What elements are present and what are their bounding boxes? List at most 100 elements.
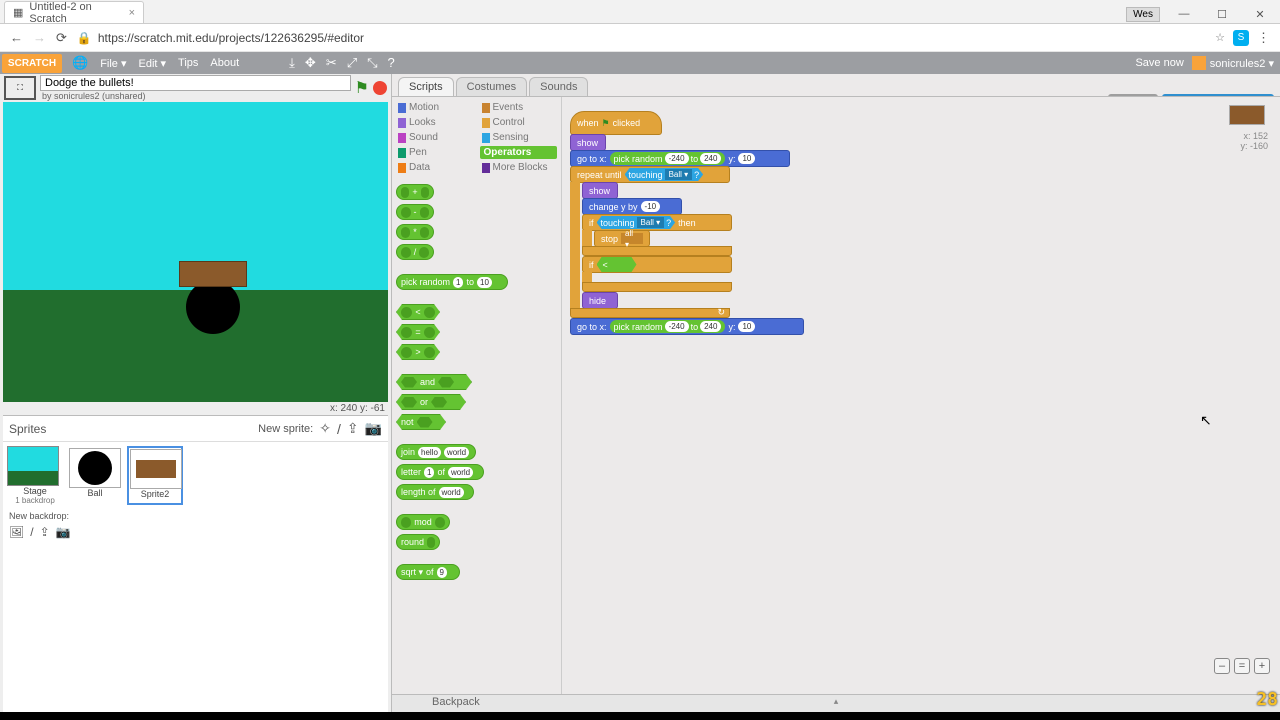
fullscreen-icon[interactable]: ⛶ xyxy=(4,76,36,100)
op-mod[interactable]: mod xyxy=(396,514,450,530)
chrome-profile[interactable]: Wes xyxy=(1126,7,1160,22)
address-bar[interactable]: 🔒 https://scratch.mit.edu/projects/12263… xyxy=(77,31,1205,45)
stage-sprite2[interactable] xyxy=(179,261,247,287)
script-area[interactable]: x: 152y: -160 when⚑clicked show go to x:… xyxy=(562,97,1280,694)
grow-icon[interactable]: ⤢ xyxy=(347,55,357,71)
zoom-out-icon[interactable]: – xyxy=(1214,658,1230,674)
cat-events[interactable]: Events xyxy=(480,101,558,114)
paint-sprite-icon[interactable]: / xyxy=(337,421,341,437)
blk-repeat-until[interactable]: repeat until touchingBall ▾? xyxy=(570,166,730,183)
op-not[interactable]: not xyxy=(396,414,446,430)
blk-show[interactable]: show xyxy=(570,134,606,151)
close-icon[interactable]: ✕ xyxy=(1246,5,1274,23)
cat-sound[interactable]: Sound xyxy=(396,131,474,144)
tab-scripts[interactable]: Scripts xyxy=(398,77,454,96)
blk-goto-random2[interactable]: go to x: pick random-240to240 y:10 xyxy=(570,318,804,335)
backpack-panel[interactable]: Backpack ▴ xyxy=(392,694,1280,712)
cat-sensing[interactable]: Sensing xyxy=(480,131,558,144)
cat-pen[interactable]: Pen xyxy=(396,146,474,159)
menu-about[interactable]: About xyxy=(210,57,239,70)
browser-tab[interactable]: ▦ Untitled-2 on Scratch × xyxy=(4,1,144,23)
green-flag-icon[interactable]: ⚑ xyxy=(355,78,369,98)
op-join[interactable]: joinhelloworld xyxy=(396,444,476,460)
sprite-item-sprite2[interactable]: Sprite2 xyxy=(127,446,183,505)
stop-button[interactable] xyxy=(373,81,387,95)
paint-backdrop-icon[interactable]: / xyxy=(30,525,33,539)
close-tab-icon[interactable]: × xyxy=(129,7,135,19)
blk-show2[interactable]: show xyxy=(582,182,618,199)
tab-sounds[interactable]: Sounds xyxy=(529,77,588,96)
op-div[interactable]: / xyxy=(396,244,434,260)
skype-icon[interactable]: S xyxy=(1233,30,1249,46)
op-or[interactable]: or xyxy=(396,394,466,410)
blk-if-touching[interactable]: if touchingBall ▾? then xyxy=(582,214,732,231)
zoom-in-icon[interactable]: + xyxy=(1254,658,1270,674)
blk-if-empty[interactable]: if < then xyxy=(582,256,732,273)
stage-thumb-label: Stage xyxy=(7,486,63,496)
c-end[interactable] xyxy=(582,246,732,256)
op-length[interactable]: length ofworld xyxy=(396,484,474,500)
stage-thumbnail[interactable]: Stage 1 backdrop xyxy=(7,446,63,505)
minimize-icon[interactable]: — xyxy=(1170,5,1198,23)
op-eq[interactable]: = xyxy=(396,324,440,340)
upload-backdrop-icon[interactable]: ⇪ xyxy=(40,525,50,539)
menu-icon[interactable]: ⋮ xyxy=(1257,30,1270,46)
choose-sprite-icon[interactable]: ✧ xyxy=(319,420,331,437)
blk-goto-random[interactable]: go to x: pick random-240to240 y:10 xyxy=(570,150,790,167)
camera-backdrop-icon[interactable]: 📷 xyxy=(56,525,71,539)
stage[interactable] xyxy=(3,102,388,402)
shrink-icon[interactable]: ⤡ xyxy=(367,55,377,71)
mouse-xy: x: 152y: -160 xyxy=(1240,131,1268,151)
reload-icon[interactable]: ⟳ xyxy=(56,30,67,46)
forward-icon[interactable]: → xyxy=(33,30,46,45)
cat-motion[interactable]: Motion xyxy=(396,101,474,114)
stage-ball-sprite[interactable] xyxy=(186,280,240,334)
user-menu[interactable]: sonicrules2 ▾ xyxy=(1192,56,1274,70)
hat-when-flag-clicked[interactable]: when⚑clicked xyxy=(570,111,662,135)
blk-stop[interactable]: stopall ▾ xyxy=(594,230,650,247)
menu-file[interactable]: File ▾ xyxy=(100,57,126,70)
op-mul[interactable]: * xyxy=(396,224,434,240)
blk-hide[interactable]: hide xyxy=(582,292,618,309)
username: sonicrules2 ▾ xyxy=(1210,57,1274,70)
save-now-link[interactable]: Save now xyxy=(1135,57,1183,69)
cat-looks[interactable]: Looks xyxy=(396,116,474,129)
scratch-logo[interactable]: SCRATCH xyxy=(2,54,62,73)
maximize-icon[interactable]: ☐ xyxy=(1208,5,1236,23)
lock-icon: 🔒 xyxy=(77,31,92,45)
op-gt[interactable]: > xyxy=(396,344,440,360)
op-round[interactable]: round xyxy=(396,534,440,550)
camera-sprite-icon[interactable]: 📷 xyxy=(365,420,382,437)
cat-control[interactable]: Control xyxy=(480,116,558,129)
cat-data[interactable]: Data xyxy=(396,161,474,174)
help-icon[interactable]: ? xyxy=(388,55,395,71)
bookmark-icon[interactable]: ☆ xyxy=(1215,31,1225,44)
upload-sprite-icon[interactable]: ⇪ xyxy=(347,420,359,437)
zoom-reset-icon[interactable]: = xyxy=(1234,658,1250,674)
cat-operators[interactable]: Operators xyxy=(480,146,558,159)
duplicate-icon[interactable]: ✥ xyxy=(305,55,316,71)
tab-costumes[interactable]: Costumes xyxy=(456,77,528,96)
sprite-item-ball[interactable]: Ball xyxy=(67,446,123,505)
menu-edit[interactable]: Edit ▾ xyxy=(139,57,167,70)
back-icon[interactable]: ← xyxy=(10,30,23,45)
op-sub[interactable]: - xyxy=(396,204,434,220)
current-sprite-preview xyxy=(1229,105,1265,125)
project-title-input[interactable] xyxy=(40,75,351,91)
choose-backdrop-icon[interactable]: 🖼 xyxy=(9,525,24,539)
import-icon[interactable]: ⤓ xyxy=(289,55,295,71)
op-lt[interactable]: < xyxy=(396,304,440,320)
op-add[interactable]: + xyxy=(396,184,434,200)
globe-icon[interactable]: 🌐 xyxy=(72,55,88,71)
c-end-repeat[interactable]: ↻ xyxy=(570,308,730,318)
op-letter[interactable]: letter1ofworld xyxy=(396,464,484,480)
cat-more[interactable]: More Blocks xyxy=(480,161,558,174)
op-and[interactable]: and xyxy=(396,374,472,390)
op-mathfn[interactable]: sqrt ▾of9 xyxy=(396,564,460,580)
delete-icon[interactable]: ✂ xyxy=(326,55,337,71)
blk-change-y[interactable]: change y by-10 xyxy=(582,198,682,215)
c-end[interactable] xyxy=(582,282,732,292)
script-stack[interactable]: when⚑clicked show go to x: pick random-2… xyxy=(570,111,804,334)
op-pick-random[interactable]: pick random1to10 xyxy=(396,274,508,290)
menu-tips[interactable]: Tips xyxy=(178,57,198,70)
